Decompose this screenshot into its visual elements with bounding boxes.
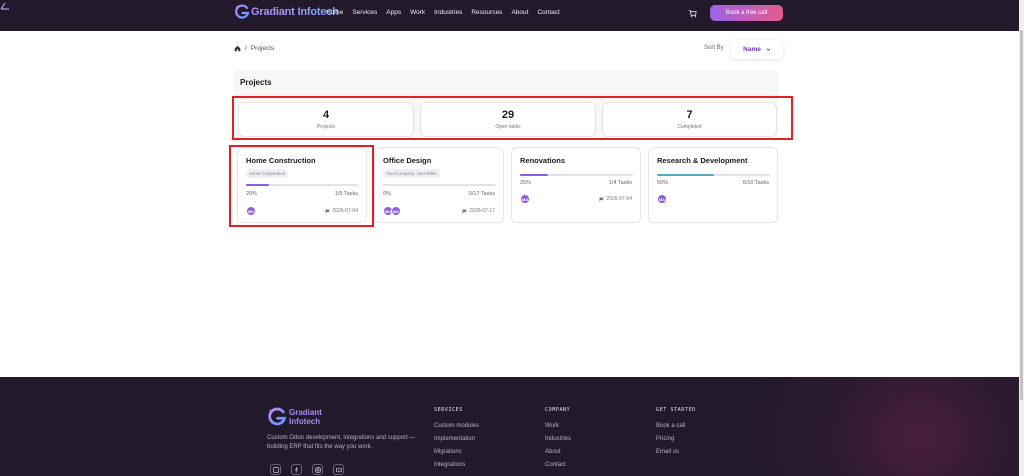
avatar: MA [657, 194, 667, 204]
footer-get-started-column: GET STARTED Book a call Pricing Email us [656, 407, 696, 462]
footer-link[interactable]: Email us [656, 449, 696, 455]
footer-link[interactable]: Implementation [434, 436, 479, 442]
linkedin-icon [272, 466, 279, 473]
footer-heading: SERVICES [434, 407, 463, 413]
scrollbar-thumb[interactable] [1020, 30, 1023, 400]
assignee-avatars: MA [520, 194, 530, 204]
stats-highlight-box [232, 96, 793, 140]
progress-percent: 25% [520, 180, 532, 186]
footer-link[interactable]: Migrations [434, 449, 479, 455]
footer-heading: GET STARTED [656, 407, 696, 413]
social-link[interactable] [291, 464, 302, 475]
progress-fill [520, 174, 549, 176]
breadcrumb-separator: / [245, 45, 247, 52]
footer-link[interactable]: Work [545, 423, 571, 429]
sort-value: Name [743, 46, 761, 53]
panel-title: Projects [240, 78, 272, 87]
progress-track [657, 174, 770, 176]
social-links [270, 464, 344, 475]
footer-brand-name: Gradiant Infotech [289, 408, 322, 426]
due-date-text: 2026-07-04 [606, 196, 632, 202]
project-title: Research & Development [657, 156, 748, 165]
logo-g-icon [235, 4, 250, 19]
avatar: MA [391, 206, 401, 216]
card-highlight-box [229, 145, 374, 227]
nav-link-contact[interactable]: Contact [537, 9, 559, 16]
footer-brand-line1: Gradiant [289, 408, 322, 417]
nav-link-resources[interactable]: Resources [471, 9, 502, 16]
footer-link[interactable]: Custom modules [434, 423, 479, 429]
footer-link[interactable]: Contact [545, 462, 571, 468]
flag-icon [462, 208, 468, 214]
nav-link-home[interactable]: Home [326, 9, 343, 16]
main-nav: Home Services Apps Work Industries Resou… [326, 9, 569, 16]
corner-arrow-icon [0, 2, 9, 10]
footer-link[interactable]: Book a call [656, 423, 696, 429]
facebook-icon [294, 466, 298, 472]
footer-link[interactable]: Integrations [434, 462, 479, 468]
site-footer: Gradiant Infotech Custom Odoo developmen… [0, 377, 1019, 476]
cart-icon [688, 9, 697, 17]
due-date: 2026-07-17 [462, 208, 495, 214]
footer-brand[interactable]: Gradiant Infotech [267, 407, 322, 427]
progress-fill [657, 174, 714, 176]
brand-logo[interactable]: Gradiant Infotech [234, 3, 339, 21]
chevron-down-icon [766, 48, 771, 51]
nav-link-about[interactable]: About [511, 9, 528, 16]
task-count: 0/17 Tasks [468, 191, 495, 197]
footer-link[interactable]: Industries [545, 436, 571, 442]
project-title: Renovations [520, 156, 566, 165]
progress-track [383, 184, 496, 186]
avatar: MA [520, 194, 530, 204]
cart-button[interactable] [683, 4, 701, 22]
assignee-avatars: MD MA [383, 206, 401, 216]
nav-link-work[interactable]: Work [410, 9, 425, 16]
youtube-icon [335, 467, 342, 472]
social-link[interactable] [270, 464, 281, 475]
flag-icon [599, 196, 605, 202]
social-link[interactable] [312, 464, 323, 475]
project-card[interactable]: Research & Development 50% 5/10 Tasks MA [648, 147, 778, 223]
project-card[interactable]: Office Design YourCompany, Joel Willis 0… [374, 147, 504, 223]
footer-heading: COMPANY [545, 407, 571, 413]
project-card[interactable]: Renovations 25% 1/4 Tasks MA 2026-07-04 [511, 147, 641, 223]
nav-link-apps[interactable]: Apps [386, 9, 401, 16]
footer-link[interactable]: About [545, 449, 571, 455]
footer-company-column: COMPANY Work Industries About Contact [545, 407, 571, 475]
due-date-text: 2026-07-17 [469, 208, 495, 214]
progress-percent: 0% [383, 191, 391, 197]
home-icon[interactable] [234, 45, 241, 52]
assignee-avatars: MA [657, 194, 667, 204]
footer-brand-line2: Infotech [289, 417, 321, 426]
instagram-icon [314, 466, 321, 473]
top-navbar: Gradiant Infotech Home Services Apps Wor… [0, 0, 1019, 31]
project-title: Office Design [383, 156, 432, 165]
progress-percent: 50% [657, 180, 669, 186]
breadcrumb-current: Projects [250, 45, 275, 52]
due-date: 2026-07-04 [599, 196, 632, 202]
sort-dropdown[interactable]: Name [731, 40, 783, 59]
logo-g-icon [268, 407, 287, 426]
task-count: 5/10 Tasks [742, 180, 769, 186]
client-badge: YourCompany, Joel Willis [383, 169, 440, 178]
page-scrollbar[interactable] [1019, 0, 1024, 476]
book-free-call-button[interactable]: Book a free call [710, 5, 783, 21]
nav-link-services[interactable]: Services [352, 9, 377, 16]
progress-track [520, 174, 633, 176]
footer-description: Custom Odoo development, integrations an… [267, 435, 416, 450]
breadcrumb: / Projects [234, 45, 274, 52]
footer-services-column: SERVICES Custom modules Implementation M… [434, 407, 479, 475]
nav-link-industries[interactable]: Industries [434, 9, 462, 16]
sort-label: Sort By [704, 45, 724, 51]
task-count: 1/4 Tasks [608, 180, 632, 186]
footer-link[interactable]: Pricing [656, 436, 696, 442]
social-link[interactable] [333, 464, 344, 475]
